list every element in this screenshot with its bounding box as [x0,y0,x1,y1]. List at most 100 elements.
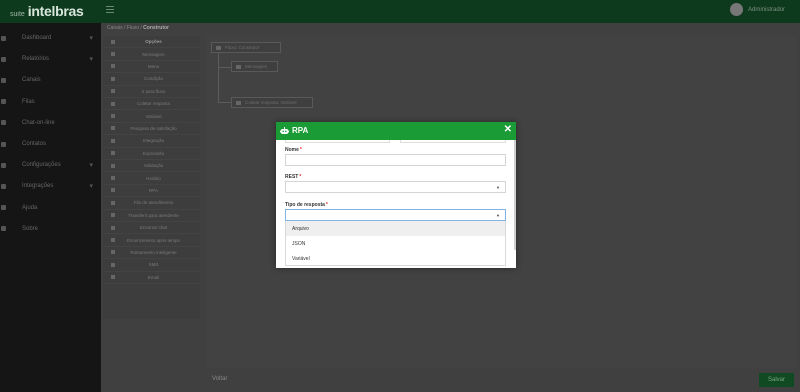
palette-item-icon [111,275,115,280]
brand-logo[interactable]: suite intelbras [10,3,84,19]
top-bar: suite intelbras Administrador [0,0,800,23]
palette-item-icon [111,225,115,230]
palette-item[interactable]: RPA [103,185,200,198]
sidebar-item[interactable]: Chat-on-line [0,115,101,131]
flow-node-root[interactable]: Fluxo: Construtor [211,42,281,53]
palette-item-icon [111,126,115,131]
palette-item-icon [111,138,115,143]
name-input[interactable] [285,154,506,166]
rest-label: REST* [285,174,301,180]
flow-node-label: Coletar resposta: Variável [245,100,297,105]
sidebar-item[interactable]: Ajuda [0,200,101,216]
palette-item-icon [111,176,115,181]
sidebar-item[interactable]: Contatos [0,136,101,152]
user-name[interactable]: Administrador [748,7,785,13]
avatar[interactable] [730,3,743,16]
palette-item-label: Roteamento inteligente [130,249,177,255]
palette-item-icon [111,114,115,119]
modal-scrollbar[interactable] [514,140,516,250]
dropdown-option-variavel[interactable]: Variável [286,251,505,266]
sidebar-item-icon [1,162,6,168]
sidebar-item-icon [1,56,6,62]
flow-node-collect[interactable]: Coletar resposta: Variável [231,97,313,108]
sidebar-item[interactable]: Canais [0,72,101,88]
rest-select[interactable]: ▼ [285,181,506,193]
sidebar-item[interactable]: Filas [0,94,101,110]
save-button[interactable]: Salvar [759,373,794,387]
palette-item[interactable]: Integração [103,135,200,148]
palette-item-label: Horário [146,175,161,181]
palette-item-icon [111,238,115,243]
flow-node-label: Mensagem [245,64,268,69]
palette-header-icon [111,39,115,44]
palette-item-label: RPA [149,187,158,193]
palette-item[interactable]: Variável [103,110,200,123]
palette-item[interactable]: Email [103,272,200,284]
palette-item-icon [111,262,115,267]
dropdown-option-arquivo[interactable]: Arquivo [286,221,505,236]
palette-item[interactable]: Transferir para atendente [103,210,200,222]
palette-item-label: Fila de atendimento [133,200,174,206]
chevron-down-icon: ▾ [89,183,93,191]
brand-name: intelbras [27,3,84,19]
palette-item[interactable]: Encerrar chat [103,222,200,235]
sidebar-item-label: Chat-on-line [22,119,55,126]
palette-item-icon [111,163,115,168]
sidebar-item[interactable]: Configurações ▾ [0,157,101,173]
palette-item[interactable]: Pesquisa de satisfação [103,123,200,136]
palette-item-label: Coletar resposta [136,101,171,107]
palette-header-label: Opções [145,39,162,45]
palette-item-icon [111,76,115,81]
sidebar-item[interactable]: Sobre [0,221,101,237]
flow-connector [218,67,231,68]
sidebar-item-label: Contatos [22,141,47,147]
palette-item-label: Expressão [142,150,165,156]
palette-item-label: SMS [148,262,159,268]
sidebar-item-label: Ajuda [22,204,38,211]
palette-item-label: Pesquisa de satisfação [130,125,177,131]
sidebar-item-label: Filas [22,98,35,105]
back-button[interactable]: Voltar [212,376,227,382]
palette-item[interactable]: Condição [103,73,200,86]
response-type-dropdown: Arquivo JSON Variável [285,221,506,266]
palette-item-label: Condição [143,76,163,82]
flow-node-message[interactable]: Mensagem [231,61,278,72]
flow-node-label: Fluxo: Construtor [225,45,260,50]
rest-label-text: REST [285,174,299,180]
palette-item[interactable]: Expressão [103,148,200,160]
palette-item[interactable]: Validação [103,160,200,173]
palette-item-label: Integração [142,138,165,144]
robot-icon [280,127,289,134]
palette-item-icon [111,250,115,255]
response-type-label-text: Tipo de resposta [285,202,325,208]
chevron-down-icon: ▾ [89,56,93,64]
flow-connector [218,53,219,103]
name-label-text: Nome [285,147,299,153]
message-icon [236,64,241,69]
sidebar-item[interactable]: Relatórios ▾ [0,51,101,67]
palette-item[interactable]: Horário [103,172,200,185]
sidebar-item-icon [1,205,6,211]
palette-item[interactable]: SMS [103,259,200,272]
name-label: Nome* [285,147,302,153]
breadcrumb-separator: / [140,25,142,31]
sidebar-item[interactable]: Dashboard ▾ [0,30,101,46]
palette-item[interactable]: Mensagem [103,48,200,61]
sidebar-item[interactable]: Integrações ▾ [0,178,101,194]
dropdown-option-json[interactable]: JSON [286,236,505,251]
palette-item[interactable]: Menu [103,61,200,74]
response-type-select[interactable]: ▼ [285,209,506,221]
breadcrumb-item-fluxo[interactable]: Fluxo [127,25,139,31]
palette-item[interactable]: Encerramento após tempo [103,234,200,247]
palette-item-icon [111,52,115,57]
breadcrumb-item-canais[interactable]: Canais [107,25,123,31]
palette-item[interactable]: Roteamento inteligente [103,247,200,260]
palette-item[interactable]: Ir para fluxo [103,86,200,98]
sidebar-item-icon [1,226,6,232]
modal-body: Nome* REST* ▼ Tipo de resposta* ▼ Arquiv… [276,140,516,268]
close-icon[interactable]: ✕ [504,124,512,135]
options-palette: Opções Mensagem Menu Condição Ir para fluxo C… [103,36,200,319]
menu-toggle-icon[interactable] [106,6,114,14]
palette-item[interactable]: Coletar resposta [103,98,200,111]
palette-item[interactable]: Fila de atendimento [103,197,200,210]
